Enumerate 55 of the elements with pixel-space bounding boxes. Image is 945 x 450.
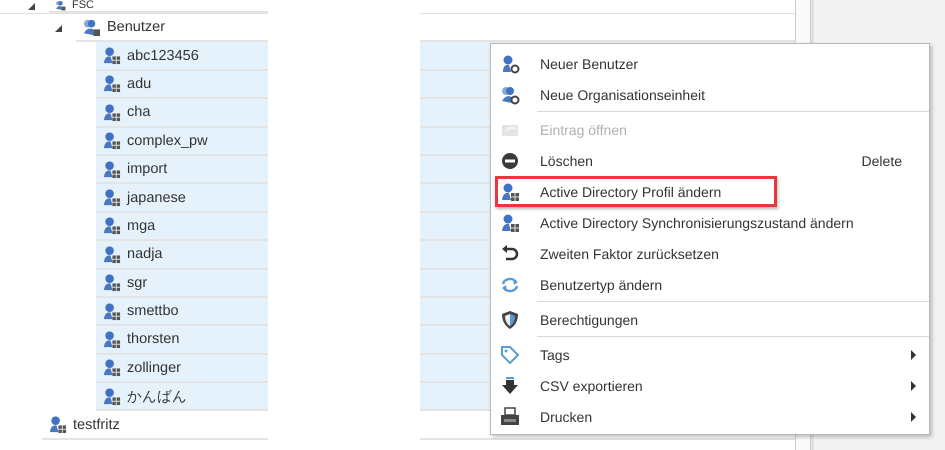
tree-item[interactable]: thorsten (96, 326, 268, 355)
tree-item[interactable]: complex_pw (96, 128, 268, 156)
user-icon (102, 46, 121, 66)
minus-circle-icon (500, 150, 520, 170)
tree-item[interactable]: かんばん (96, 383, 268, 412)
menu-item[interactable]: Neue Organisationseinheit (491, 79, 929, 110)
group-icon (82, 18, 101, 37)
download-icon (500, 376, 520, 396)
user-icon (102, 358, 121, 378)
tree-item[interactable]: adu (96, 70, 268, 100)
tree-item[interactable]: nadja (96, 241, 268, 270)
tree-item[interactable]: cha (96, 99, 268, 128)
menu-item[interactable]: Drucken (491, 401, 929, 432)
user-icon (102, 244, 121, 264)
user-icon (102, 330, 121, 349)
user-icon (102, 273, 121, 292)
user-icon (102, 188, 121, 208)
shield-icon (500, 310, 520, 330)
tree-item[interactable]: FSC (49, 0, 268, 13)
tag-icon (500, 344, 520, 364)
tree-item[interactable]: abc123456 (96, 42, 268, 71)
tree-item[interactable]: mga (96, 212, 268, 242)
menu-item[interactable]: Benutzertyp ändern (491, 269, 929, 300)
menu-item[interactable]: CSV exportieren (491, 370, 929, 401)
user-add-icon (500, 54, 520, 74)
user-icon (48, 415, 67, 434)
user-icon (102, 216, 121, 236)
group-add-icon (500, 84, 520, 104)
tree-item[interactable]: zollinger (96, 354, 268, 384)
menu-item[interactable]: Active Directory Synchronisierungszustand ändern (491, 207, 929, 238)
user-icon (500, 212, 520, 232)
user-icon (102, 102, 121, 122)
undo-icon (500, 244, 520, 264)
user-icon (102, 386, 121, 406)
tree-item[interactable]: sgr (96, 270, 268, 298)
user-icon (102, 302, 121, 321)
tree-item[interactable]: smettbo (96, 298, 268, 326)
expander-icon[interactable] (28, 3, 35, 10)
user-icon (102, 160, 121, 179)
tree-item[interactable]: testfritz (42, 411, 268, 440)
user-icon (102, 131, 121, 150)
menu-item[interactable]: Tags (491, 339, 929, 370)
menu-item[interactable]: Active Directory Profil ändern (495, 176, 777, 207)
user-icon (500, 182, 520, 202)
group-icon (55, 0, 66, 11)
user-icon (102, 74, 121, 94)
menu-item[interactable]: Löschen Delete (491, 145, 929, 176)
tree-item[interactable]: japanese (96, 184, 268, 213)
printer-icon (500, 406, 520, 426)
menu-item[interactable]: Zweiten Faktor zurücksetzen (491, 238, 929, 269)
menu-item[interactable]: Neuer Benutzer (491, 48, 929, 79)
menu-item[interactable]: Berechtigungen (491, 304, 929, 335)
expander-icon[interactable] (55, 24, 62, 32)
refresh-icon (500, 274, 520, 294)
tree-item[interactable]: import (96, 156, 268, 184)
